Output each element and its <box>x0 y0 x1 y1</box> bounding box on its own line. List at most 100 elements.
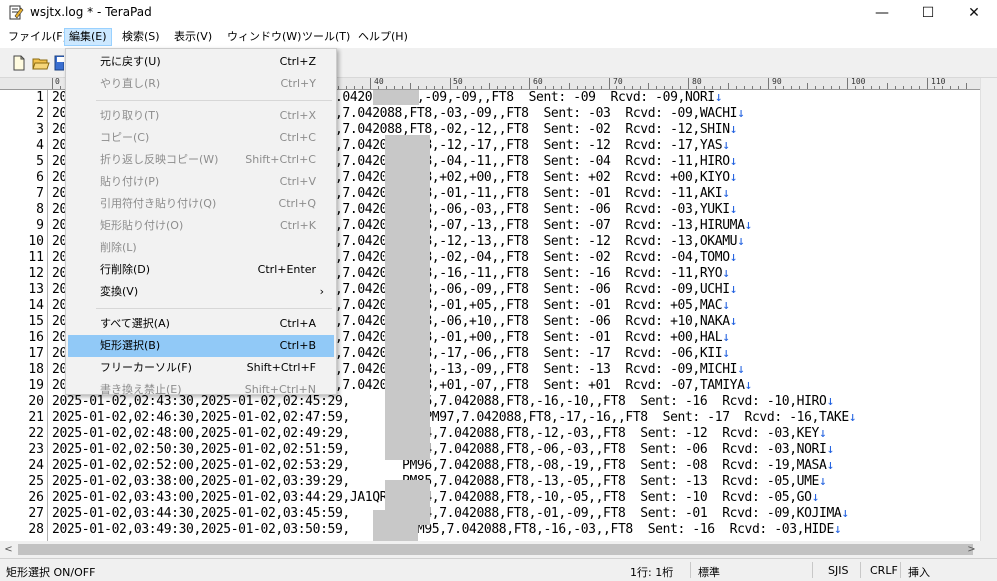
ruler-tick <box>664 86 666 89</box>
edit-menu-item[interactable]: 折り返し反映コピー(W) Shift+Ctrl+C <box>68 149 334 171</box>
menu-view[interactable]: 表示(V) <box>170 28 216 46</box>
edit-menu-item[interactable]: 削除(L) <box>68 237 334 259</box>
ruler-tick <box>688 78 689 89</box>
edit-menu-item[interactable]: 矩形選択(B) Ctrl+B <box>68 335 334 357</box>
line-text: 2025-01-02,02:46:30,2025-01-02,02:47:59,… <box>52 410 857 425</box>
linefeed-mark-icon: ↓ <box>841 506 849 521</box>
scroll-left-arrow-icon[interactable]: < <box>0 541 17 558</box>
edit-menu-item[interactable]: 書き換え禁止(E) Shift+Ctrl+N <box>68 379 334 401</box>
ruler-tick <box>894 86 896 89</box>
edit-menu-item[interactable]: 元に戻す(U) Ctrl+Z <box>68 51 334 73</box>
line-number: 6 <box>36 170 44 185</box>
edit-menu-item[interactable]: すべて選択(A) Ctrl+A <box>68 313 334 335</box>
menu-item-shortcut: Shift+Ctrl+C <box>245 153 316 166</box>
menu-item-label: すべて選択(A) <box>100 317 170 330</box>
line-content: 2025-01-02,03:44:30,2025-01-02,03:45:59,… <box>52 506 842 521</box>
menu-item-shortcut: Ctrl+Y <box>280 77 316 90</box>
ruler-tick <box>751 86 753 89</box>
line-number: 10 <box>28 234 44 249</box>
open-folder-icon[interactable] <box>32 54 50 72</box>
line-number: 1 <box>36 90 44 105</box>
line-content: 2025-01-02,02:48:00,2025-01-02,02:49:29,… <box>52 426 820 441</box>
edit-menu-item[interactable]: やり直し(R) Ctrl+Y <box>68 73 334 95</box>
minimize-button[interactable]: — <box>859 0 905 26</box>
ruler-tick <box>815 86 817 89</box>
menu-item-shortcut: Ctrl+X <box>279 109 316 122</box>
ruler-tick <box>552 86 554 89</box>
editor-line[interactable]: 27 2025-01-02,03:44:30,2025-01-02,03:45:5… <box>0 506 980 521</box>
menu-edit[interactable]: 編集(E) <box>64 28 112 46</box>
scroll-corner <box>980 541 997 558</box>
line-number: 12 <box>28 266 44 281</box>
ruler-tick <box>910 86 912 89</box>
editor-line[interactable]: 26 2025-01-02,03:43:00,2025-01-02,03:44:2… <box>0 490 980 505</box>
linefeed-mark-icon: ↓ <box>729 282 738 297</box>
save-icon[interactable] <box>54 54 64 72</box>
menu-window[interactable]: ウィンドウ(W) <box>223 28 305 46</box>
editor-line[interactable]: 24 2025-01-02,02:52:00,2025-01-02,02:53:2… <box>0 458 980 473</box>
ruler-tick <box>727 83 729 89</box>
ruler-tick <box>505 86 507 89</box>
menu-tools[interactable]: ツール(T) <box>298 28 354 46</box>
ruler-tick <box>767 78 769 89</box>
ruler-tick <box>878 86 880 89</box>
menu-help[interactable]: ヘルプ(H) <box>354 28 412 46</box>
menu-separator <box>96 100 332 101</box>
ruler-label: 60 <box>533 78 543 86</box>
ruler-tick <box>775 86 777 89</box>
editor-line[interactable]: 25 2025-01-02,03:38:00,2025-01-02,03:39:2… <box>0 474 980 489</box>
edit-menu-item[interactable]: コピー(C) Ctrl+C <box>68 127 334 149</box>
ruler-tick <box>393 86 395 89</box>
ruler-tick <box>831 86 833 89</box>
edit-menu-item[interactable]: 行削除(D) Ctrl+Enter <box>68 259 334 281</box>
redacted-block <box>385 135 430 460</box>
new-file-icon[interactable] <box>10 54 28 72</box>
redacted-block <box>373 90 419 105</box>
linefeed-mark-icon: ↓ <box>722 138 730 153</box>
ruler-tick <box>417 86 419 89</box>
newline-indicator[interactable]: CRLF <box>870 564 898 577</box>
edit-menu-item[interactable]: 引用符付き貼り付け(Q) Ctrl+Q <box>68 193 334 215</box>
menu-item-label: 引用符付き貼り付け(Q) <box>100 197 217 210</box>
horizontal-scrollbar[interactable]: < > <box>0 541 980 558</box>
line-content: 2025-01-02,02:50:30,2025-01-02,02:51:59,… <box>52 442 827 457</box>
ruler-tick <box>568 83 570 89</box>
ruler-tick <box>449 78 451 89</box>
vertical-scrollbar[interactable] <box>980 78 997 541</box>
edit-menu-item[interactable]: 貼り付け(P) Ctrl+V <box>68 171 334 193</box>
line-text: 2025-01-02,03:43:00,2025-01-02,03:44:29,… <box>52 490 819 505</box>
editor-line[interactable]: 28 2025-01-02,03:49:30,2025-01-02,03:50:5… <box>0 522 980 537</box>
maximize-button[interactable]: ☐ <box>905 0 951 26</box>
window-title: wsjtx.log * - TeraPad <box>30 5 152 19</box>
line-content: 2025-01-02,03:49:30,2025-01-02,03:50:59,… <box>52 522 834 537</box>
ruler-tick <box>966 83 968 89</box>
linefeed-mark-icon: ↓ <box>729 154 738 169</box>
editor-line[interactable]: 21 2025-01-02,02:46:30,2025-01-02,02:47:5… <box>0 410 980 425</box>
horizontal-scroll-thumb[interactable] <box>18 544 973 555</box>
line-number: 21 <box>28 410 44 425</box>
menu-search[interactable]: 検索(S) <box>118 28 164 46</box>
ruler-tick <box>847 78 848 89</box>
ruler-tick <box>918 86 920 89</box>
linefeed-mark-icon: ↓ <box>811 490 820 505</box>
edit-menu-item[interactable]: 矩形貼り付け(O) Ctrl+K <box>68 215 334 237</box>
editor-line[interactable]: 23 2025-01-02,02:50:30,2025-01-02,02:51:5… <box>0 442 980 457</box>
encoding-indicator[interactable]: SJIS <box>828 564 848 577</box>
menu-file[interactable]: ファイル(F) <box>4 28 71 46</box>
editor-line[interactable]: 22 2025-01-02,02:48:00,2025-01-02,02:49:2… <box>0 426 980 441</box>
ruler-label: 110 <box>931 78 946 86</box>
edit-menu-item[interactable]: フリーカーソル(F) Shift+Ctrl+F <box>68 357 334 379</box>
edit-menu-item[interactable]: 変換(V) › <box>68 281 334 303</box>
ruler-label: 40 <box>374 78 384 86</box>
ruler-tick <box>616 86 618 89</box>
close-button[interactable]: ✕ <box>951 0 997 26</box>
edit-menu-item[interactable]: 切り取り(T) Ctrl+X <box>68 105 334 127</box>
scroll-right-arrow-icon[interactable]: > <box>963 541 980 558</box>
linefeed-mark-icon: ↓ <box>722 298 730 313</box>
linefeed-mark-icon: ↓ <box>744 378 753 393</box>
linefeed-mark-icon: ↓ <box>826 458 834 473</box>
ruler-tick <box>600 86 602 89</box>
line-number: 17 <box>28 346 44 361</box>
linefeed-mark-icon: ↓ <box>819 474 827 489</box>
ruler-tick <box>385 86 387 89</box>
